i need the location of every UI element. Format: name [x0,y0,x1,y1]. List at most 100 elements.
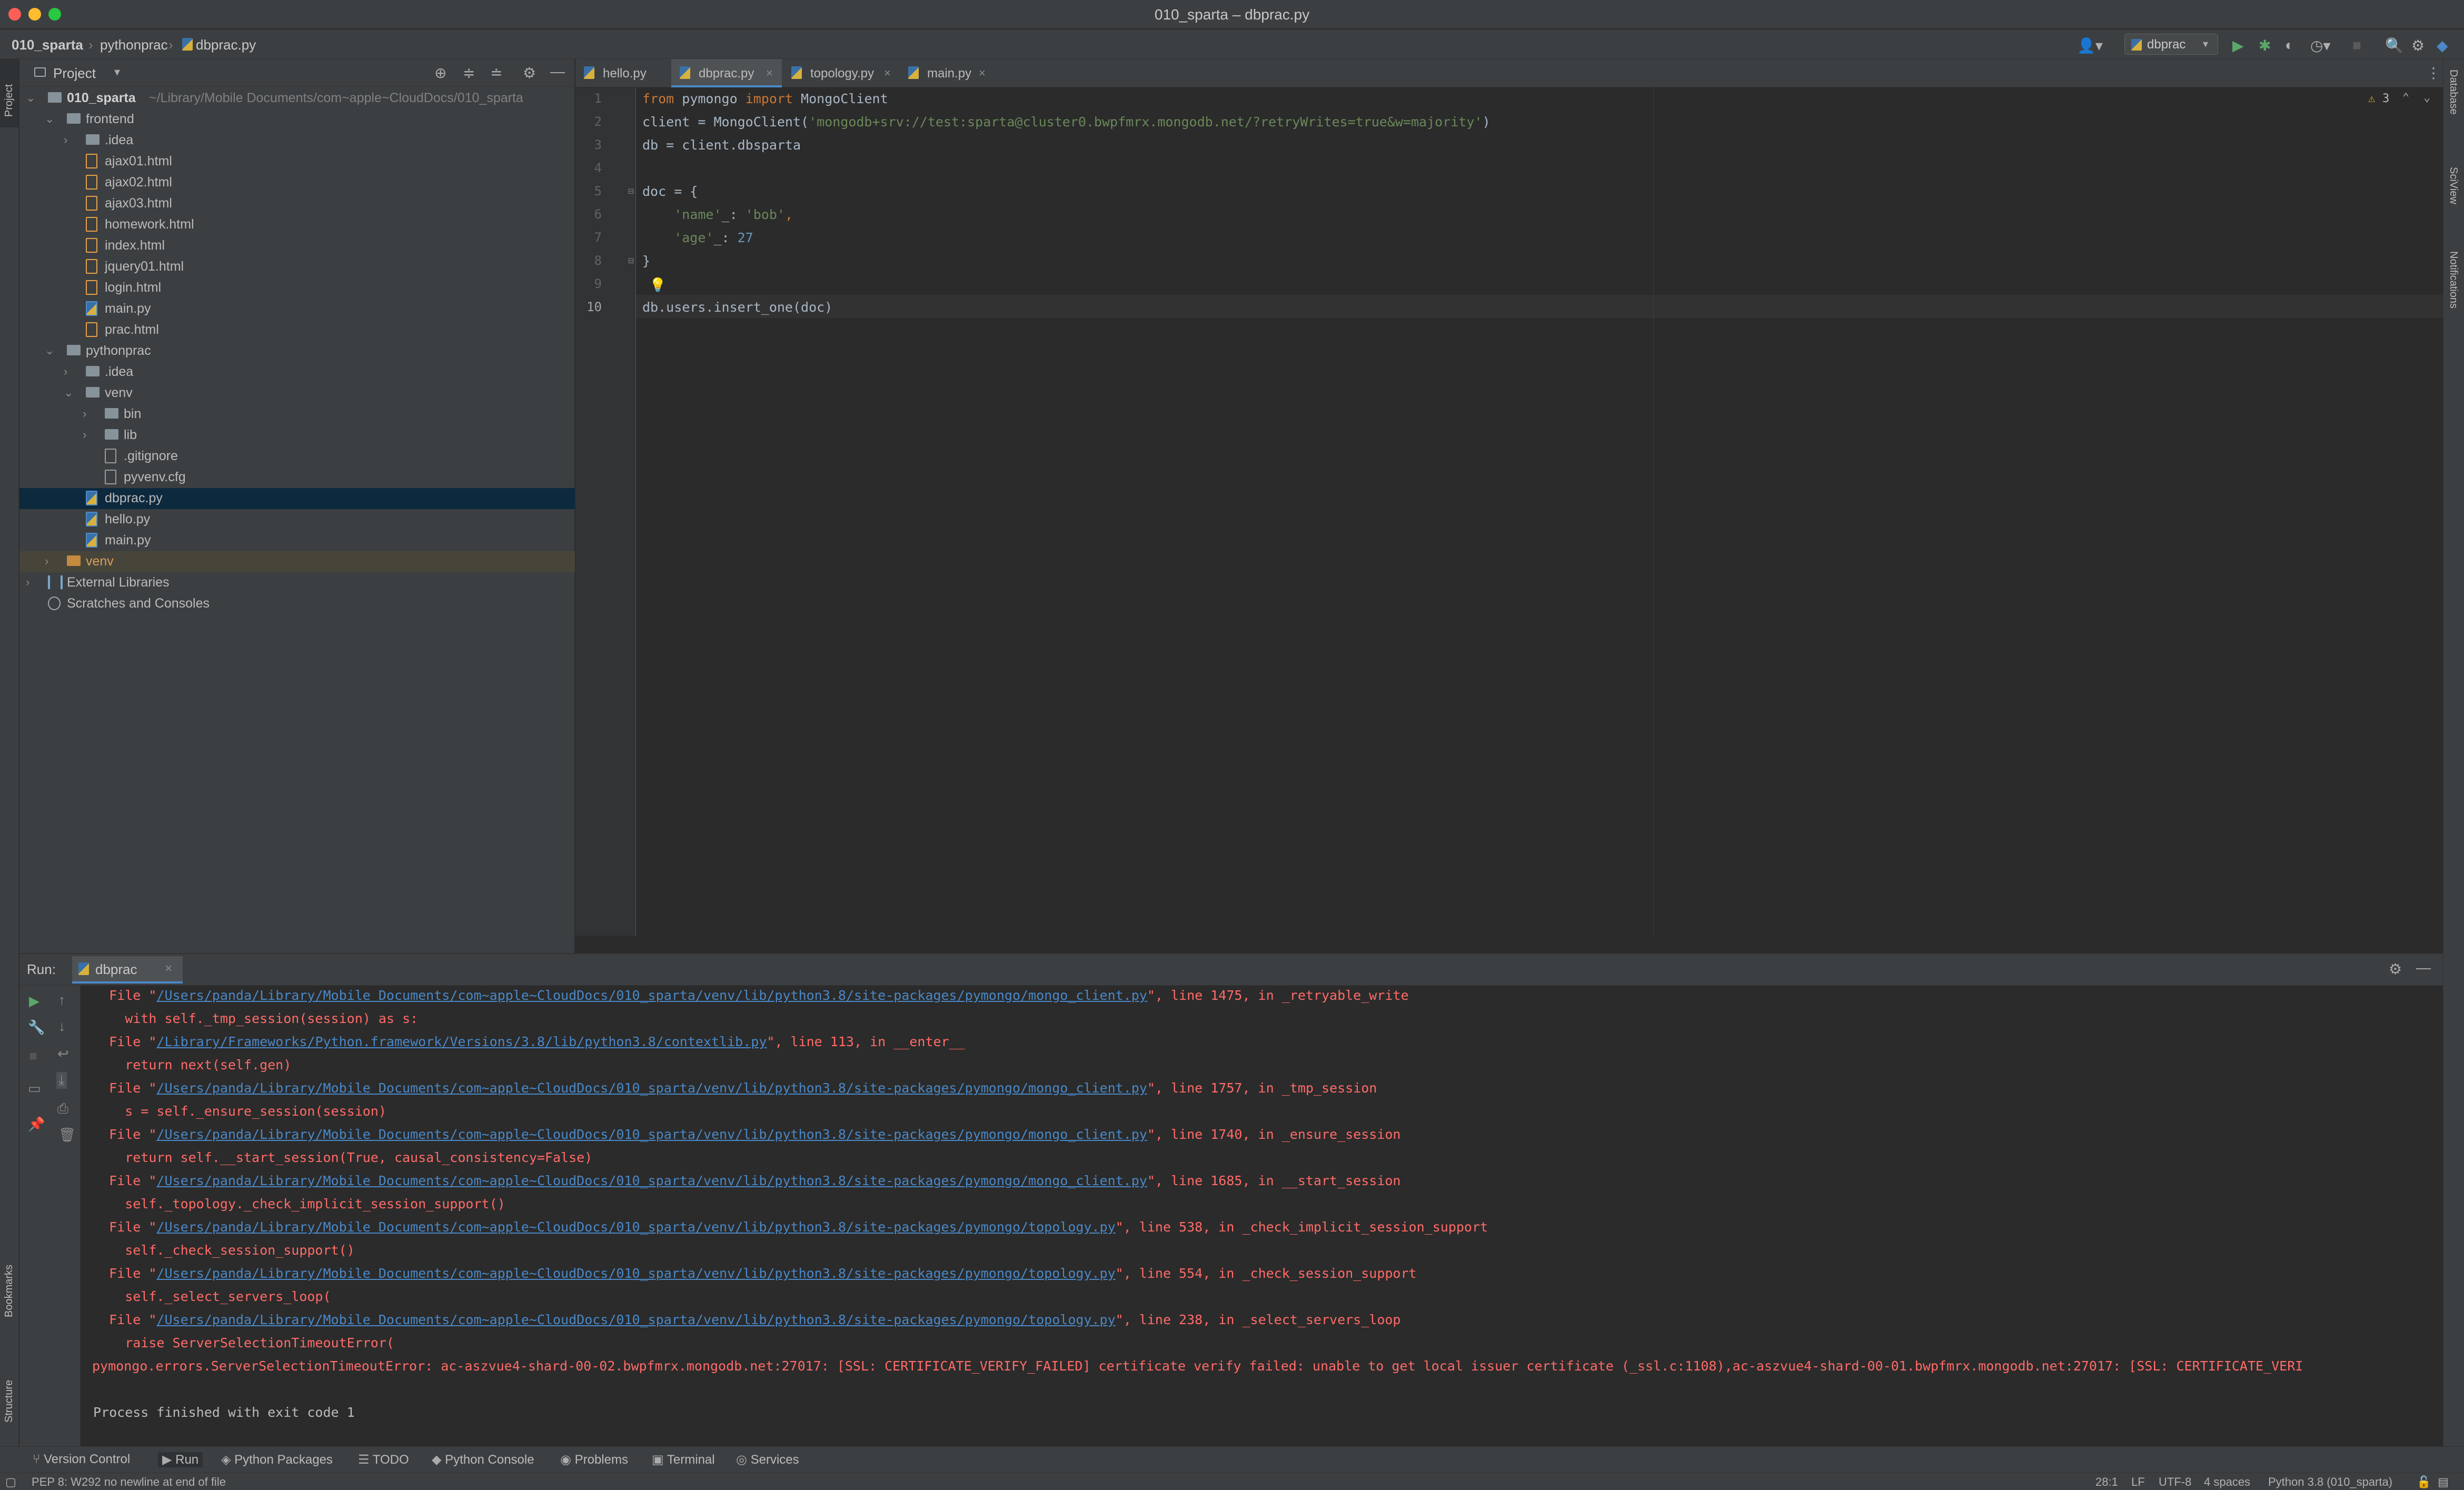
close-icon[interactable]: × [165,961,172,976]
debug-icon[interactable]: ✱ [2259,37,2271,54]
tree-item-frontend[interactable]: ⌄ frontend [19,109,575,130]
tab-dbprac-py[interactable]: dbprac.py × [671,59,782,87]
breadcrumb-file[interactable]: dbprac.py [196,37,256,53]
status-message[interactable]: PEP 8: W292 no newline at end of file [32,1475,226,1489]
tree-item-file[interactable]: hello.py [19,509,575,530]
console-file-link[interactable]: /Users/panda/Library/Mobile Documents/co… [156,988,1147,1003]
tree-item-file[interactable]: index.html [19,235,575,256]
close-icon[interactable]: × [766,66,773,80]
coverage-icon[interactable]: ◐ [2285,37,2294,54]
tree-item-file[interactable]: ajax03.html [19,193,575,214]
tab-hello-py[interactable]: hello.py [575,59,670,87]
run-console-output[interactable]: File "/Users/panda/Library/Mobile Docume… [93,986,2443,1447]
tool-version-control[interactable]: ⑂ Version Control [33,1452,130,1467]
tree-item-external-libraries[interactable]: › External Libraries [19,572,575,593]
tree-item-file[interactable]: prac.html [19,320,575,341]
tree-item-file[interactable]: main.py [19,299,575,320]
profile-icon[interactable]: ◷▾ [2310,37,2331,54]
database-tool-button[interactable]: Database [2443,59,2464,143]
chevron-down-icon[interactable]: ⌄ [26,91,35,105]
gear-icon[interactable]: ⚙ [2411,37,2425,54]
memory-indicator-icon[interactable]: ▤ [2438,1475,2449,1489]
panel-toggle-icon[interactable]: ▢ [5,1475,16,1489]
user-account-icon[interactable]: 👤▾ [2077,37,2103,54]
hide-panel-icon[interactable]: — [550,63,565,80]
tree-item-idea[interactable]: › .idea [19,362,575,383]
chevron-down-icon[interactable]: ⌄ [64,386,73,400]
project-tool-button[interactable]: Project [0,59,19,127]
chevron-down-icon[interactable]: ⌄ [45,112,54,126]
fold-icon[interactable]: ⊟ [628,255,634,266]
tree-item-file[interactable]: ajax01.html [19,151,575,172]
indent-setting[interactable]: 4 spaces [2204,1475,2250,1489]
breadcrumb-folder[interactable]: pythonprac [100,37,168,53]
stop-icon[interactable]: ■ [29,1048,37,1064]
arrow-up-icon[interactable]: ↑ [58,992,65,1008]
tool-problems[interactable]: ◉ Problems [560,1452,628,1467]
tab-topology-py[interactable]: topology.py × [783,59,899,87]
console-file-link[interactable]: /Users/panda/Library/Mobile Documents/co… [156,1127,1147,1142]
chevron-right-icon[interactable]: › [26,575,29,589]
print-icon[interactable]: ⎙ [57,1100,68,1117]
tree-item-idea[interactable]: › .idea [19,130,575,151]
tree-item-file[interactable]: jquery01.html [19,256,575,277]
tree-item-file[interactable]: homework.html [19,214,575,235]
more-tabs-icon[interactable]: ⋮ [2426,64,2441,82]
run-icon[interactable]: ▶ [2232,37,2244,54]
close-icon[interactable]: × [979,66,986,80]
tool-todo[interactable]: ☰ TODO [358,1452,409,1467]
arrow-down-icon[interactable]: ↓ [58,1018,65,1035]
chevron-right-icon[interactable]: › [64,365,67,379]
chevron-right-icon[interactable]: › [64,133,67,147]
rerun-icon[interactable]: ▶ [29,993,39,1009]
tree-item-file[interactable]: .gitignore [19,446,575,467]
project-panel-title[interactable]: Project [53,65,96,82]
console-file-link[interactable]: /Users/panda/Library/Mobile Documents/co… [156,1080,1147,1096]
chevron-right-icon[interactable]: › [83,407,86,421]
stop-icon[interactable]: ■ [2352,37,2361,54]
layout-icon[interactable]: ▭ [28,1080,41,1097]
code-editor[interactable]: 1 2 3 4 5 6 7 8 9 10 ⊟ ⊟ from pymongo im… [575,88,2443,953]
tool-services[interactable]: ◎ Services [736,1452,799,1467]
ide-features-icon[interactable]: ◆ [2437,37,2448,54]
expand-all-icon[interactable]: ≑ [463,64,475,82]
scroll-to-end-icon[interactable]: ⤓ [56,1072,67,1089]
wrench-icon[interactable]: 🔧 [28,1019,45,1036]
tab-main-py[interactable]: main.py × [900,59,995,87]
tool-python-packages[interactable]: ◈ Python Packages [221,1452,333,1467]
next-highlight-icon[interactable]: ⌄ [2423,91,2430,104]
trash-icon[interactable]: 🗑 [58,1127,76,1143]
warning-icon[interactable]: ⚠ [2368,92,2375,105]
tree-item-project-root[interactable]: ⌄ 010_sparta ~/Library/Mobile Documents/… [19,88,575,109]
notifications-tool-button[interactable]: Notifications [2443,241,2464,346]
bookmarks-tool-button[interactable]: Bookmarks [0,1254,19,1328]
caret-position[interactable]: 28:1 [2095,1475,2118,1489]
tree-item-file[interactable]: pyvenv.cfg [19,467,575,488]
console-file-link[interactable]: /Users/panda/Library/Mobile Documents/co… [156,1219,1115,1235]
gear-icon[interactable]: ⚙ [2389,960,2402,978]
structure-tool-button[interactable]: Structure [0,1359,19,1433]
tree-item-venv-excluded[interactable]: › venv [19,551,575,572]
tree-item-lib[interactable]: › lib [19,425,575,446]
fold-icon[interactable]: ⊟ [628,186,634,197]
tool-run[interactable]: ▶ Run [158,1452,203,1467]
console-file-link[interactable]: /Users/panda/Library/Mobile Documents/co… [156,1173,1147,1188]
breadcrumb-project[interactable]: 010_sparta [12,37,83,53]
tree-item-bin[interactable]: › bin [19,404,575,425]
python-interpreter[interactable]: Python 3.8 (010_sparta) [2268,1475,2392,1489]
sciview-tool-button[interactable]: SciView [2443,156,2464,225]
tree-item-venv[interactable]: ⌄ venv [19,383,575,404]
tree-item-file[interactable]: ajax02.html [19,172,575,193]
gear-icon[interactable]: ⚙ [523,64,536,82]
tool-terminal[interactable]: ▣ Terminal [652,1452,715,1467]
line-separator[interactable]: LF [2131,1475,2145,1489]
close-icon[interactable]: × [884,66,891,80]
console-file-link[interactable]: /Users/panda/Library/Mobile Documents/co… [156,1312,1115,1327]
chevron-down-icon[interactable]: ▾ [114,65,120,79]
tree-item-scratches[interactable]: Scratches and Consoles [19,593,575,614]
run-tab-dbprac[interactable]: dbprac × [72,956,183,984]
console-file-link[interactable]: /Library/Frameworks/Python.framework/Ver… [156,1034,767,1049]
tree-item-file-selected[interactable]: dbprac.py [19,488,575,509]
tool-python-console[interactable]: ◆ Python Console [432,1452,534,1467]
locate-file-icon[interactable]: ⊕ [434,64,446,82]
